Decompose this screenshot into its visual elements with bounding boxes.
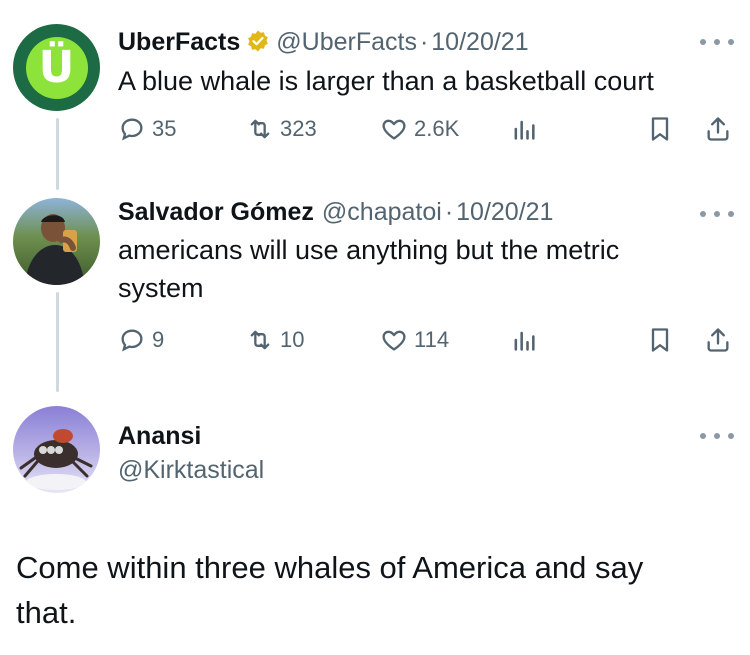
- avatar-photo: [25, 214, 85, 285]
- avatar-letter: Ü: [38, 41, 75, 93]
- share-button[interactable]: [704, 115, 732, 143]
- more-icon[interactable]: [700, 431, 734, 441]
- like-count: 114: [414, 327, 450, 352]
- retweet-icon: [250, 330, 270, 350]
- separator-dot: ·: [444, 198, 454, 226]
- tweet-text: americans will use anything but the metr…: [118, 231, 619, 307]
- thread-line: [56, 118, 59, 190]
- reply-button[interactable]: 9: [118, 326, 164, 354]
- avatar[interactable]: Ü: [13, 24, 100, 111]
- like-icon: [382, 330, 406, 351]
- handle[interactable]: @UberFacts: [276, 28, 417, 57]
- share-button[interactable]: [704, 326, 732, 354]
- thread-line: [56, 292, 59, 392]
- timestamp[interactable]: 10/20/21: [456, 198, 553, 227]
- display-name[interactable]: UberFacts: [118, 28, 240, 57]
- handle-row: @Kirktastical: [118, 456, 264, 485]
- views-icon: [514, 120, 535, 140]
- tweet-text-line: that.: [16, 595, 77, 630]
- bookmark-icon: [651, 117, 669, 141]
- bookmark-icon: [651, 328, 669, 352]
- separator-dot: ·: [419, 28, 429, 56]
- reply-count: 9: [152, 327, 165, 352]
- bookmark-button[interactable]: [646, 326, 674, 354]
- retweet-icon: [250, 119, 270, 139]
- more-icon[interactable]: [700, 209, 734, 219]
- share-icon: [707, 117, 729, 141]
- like-count: 2.6K: [414, 116, 460, 141]
- retweet-button[interactable]: 10: [246, 326, 304, 354]
- views-button[interactable]: [510, 326, 538, 354]
- avatar-photo: [19, 429, 93, 490]
- avatar[interactable]: [13, 198, 100, 285]
- more-icon[interactable]: [700, 37, 734, 47]
- avatar-logo: Ü: [25, 36, 88, 99]
- reply-icon: [121, 329, 143, 352]
- display-name[interactable]: Anansi: [118, 422, 201, 451]
- like-button[interactable]: 114: [380, 326, 449, 354]
- views-button[interactable]: [510, 115, 538, 143]
- tweet-text: A blue whale is larger than a basketball…: [118, 66, 654, 96]
- retweet-count: 323: [280, 116, 317, 141]
- tweet-header: UberFacts @UberFacts · 10/20/21: [118, 26, 529, 57]
- retweet-count: 10: [280, 327, 305, 352]
- tweet-actions: 35 323 2.6K: [118, 115, 738, 145]
- like-icon: [382, 119, 406, 140]
- retweet-button[interactable]: 323: [246, 115, 317, 143]
- tweet-text-line: system: [118, 273, 204, 303]
- views-icon: [514, 331, 535, 351]
- timestamp[interactable]: 10/20/21: [431, 28, 528, 57]
- verified-badge-icon: [246, 29, 270, 53]
- handle[interactable]: @Kirktastical: [118, 456, 264, 485]
- like-button[interactable]: 2.6K: [380, 115, 459, 143]
- reply-count: 35: [152, 116, 177, 141]
- handle[interactable]: @chapatoi: [322, 198, 442, 227]
- bookmark-button[interactable]: [646, 115, 674, 143]
- tweet-header: Salvador Gómez @chapatoi · 10/20/21: [118, 198, 553, 227]
- avatar[interactable]: [13, 406, 100, 493]
- display-name[interactable]: Salvador Gómez: [118, 198, 314, 227]
- tweet-text-line: Come within three whales of America and …: [16, 550, 644, 585]
- reply-button[interactable]: 35: [118, 115, 176, 143]
- tweet-actions: 9 10 114: [118, 326, 738, 356]
- tweet-text: Come within three whales of America and …: [16, 545, 736, 635]
- tweet-text-line: americans will use anything but the metr…: [118, 235, 620, 265]
- share-icon: [707, 328, 729, 352]
- reply-icon: [121, 118, 143, 141]
- tweet-header: Anansi: [118, 422, 201, 451]
